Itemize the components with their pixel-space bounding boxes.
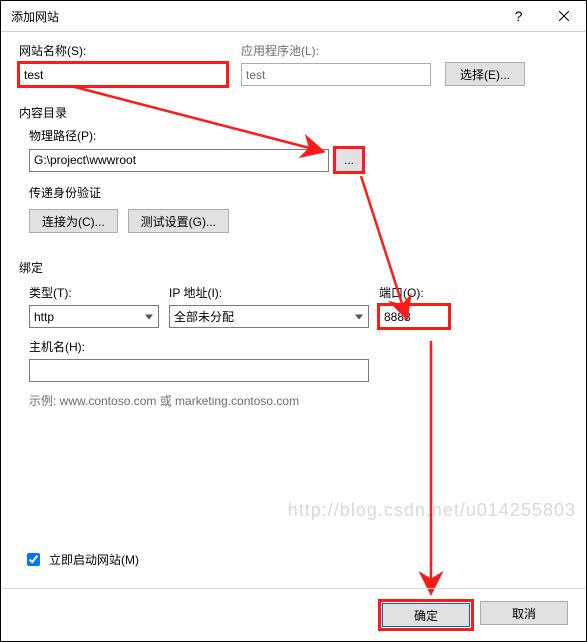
type-label: 类型(T): [29,284,159,301]
dialog-footer: 确定 取消 [1,589,586,641]
dialog-title: 添加网站 [11,8,496,25]
close-icon [559,11,569,21]
physical-path-label: 物理路径(P): [29,127,568,144]
start-immediately-checkbox[interactable] [27,553,40,566]
hostname-label: 主机名(H): [29,338,568,355]
ip-label: IP 地址(I): [169,284,369,301]
select-app-pool-button[interactable]: 选择(E)... [445,62,525,86]
help-button[interactable]: ? [496,2,541,31]
site-name-label: 网站名称(S): [19,42,227,59]
hostname-example: 示例: www.contoso.com 或 marketing.contoso.… [29,392,568,409]
titlebar: 添加网站 ? [1,1,586,32]
physical-path-input[interactable] [29,149,329,172]
port-input[interactable] [379,305,449,328]
dialog-body: 网站名称(S): 应用程序池(L): 选择(E)... 内容目录 物理路径(P)… [1,32,586,409]
ok-button[interactable]: 确定 [382,603,470,627]
ip-select[interactable]: 全部未分配 [169,305,369,328]
port-label: 端口(O): [379,284,449,301]
cancel-button[interactable]: 取消 [480,601,568,625]
binding-group-label: 绑定 [19,259,568,276]
watermark: http://blog.csdn.net/u014255803 [288,500,576,521]
browse-path-button[interactable]: ... [335,148,363,172]
pass-auth-label: 传递身份验证 [29,184,568,201]
hostname-input[interactable] [29,359,369,382]
content-group-label: 内容目录 [19,104,568,121]
type-select[interactable]: http [29,305,159,328]
start-immediately-row: 立即启动网站(M) [23,550,139,569]
app-pool-label: 应用程序池(L): [241,42,431,59]
add-website-dialog: 添加网站 ? 网站名称(S): 应用程序池(L): 选择(E)... 内容目录 [0,0,587,642]
test-settings-button[interactable]: 测试设置(G)... [128,209,229,233]
close-button[interactable] [541,2,586,31]
start-immediately-label: 立即启动网站(M) [49,551,139,568]
site-name-input[interactable] [19,63,227,86]
app-pool-input [241,63,431,86]
connect-as-button[interactable]: 连接为(C)... [29,209,118,233]
